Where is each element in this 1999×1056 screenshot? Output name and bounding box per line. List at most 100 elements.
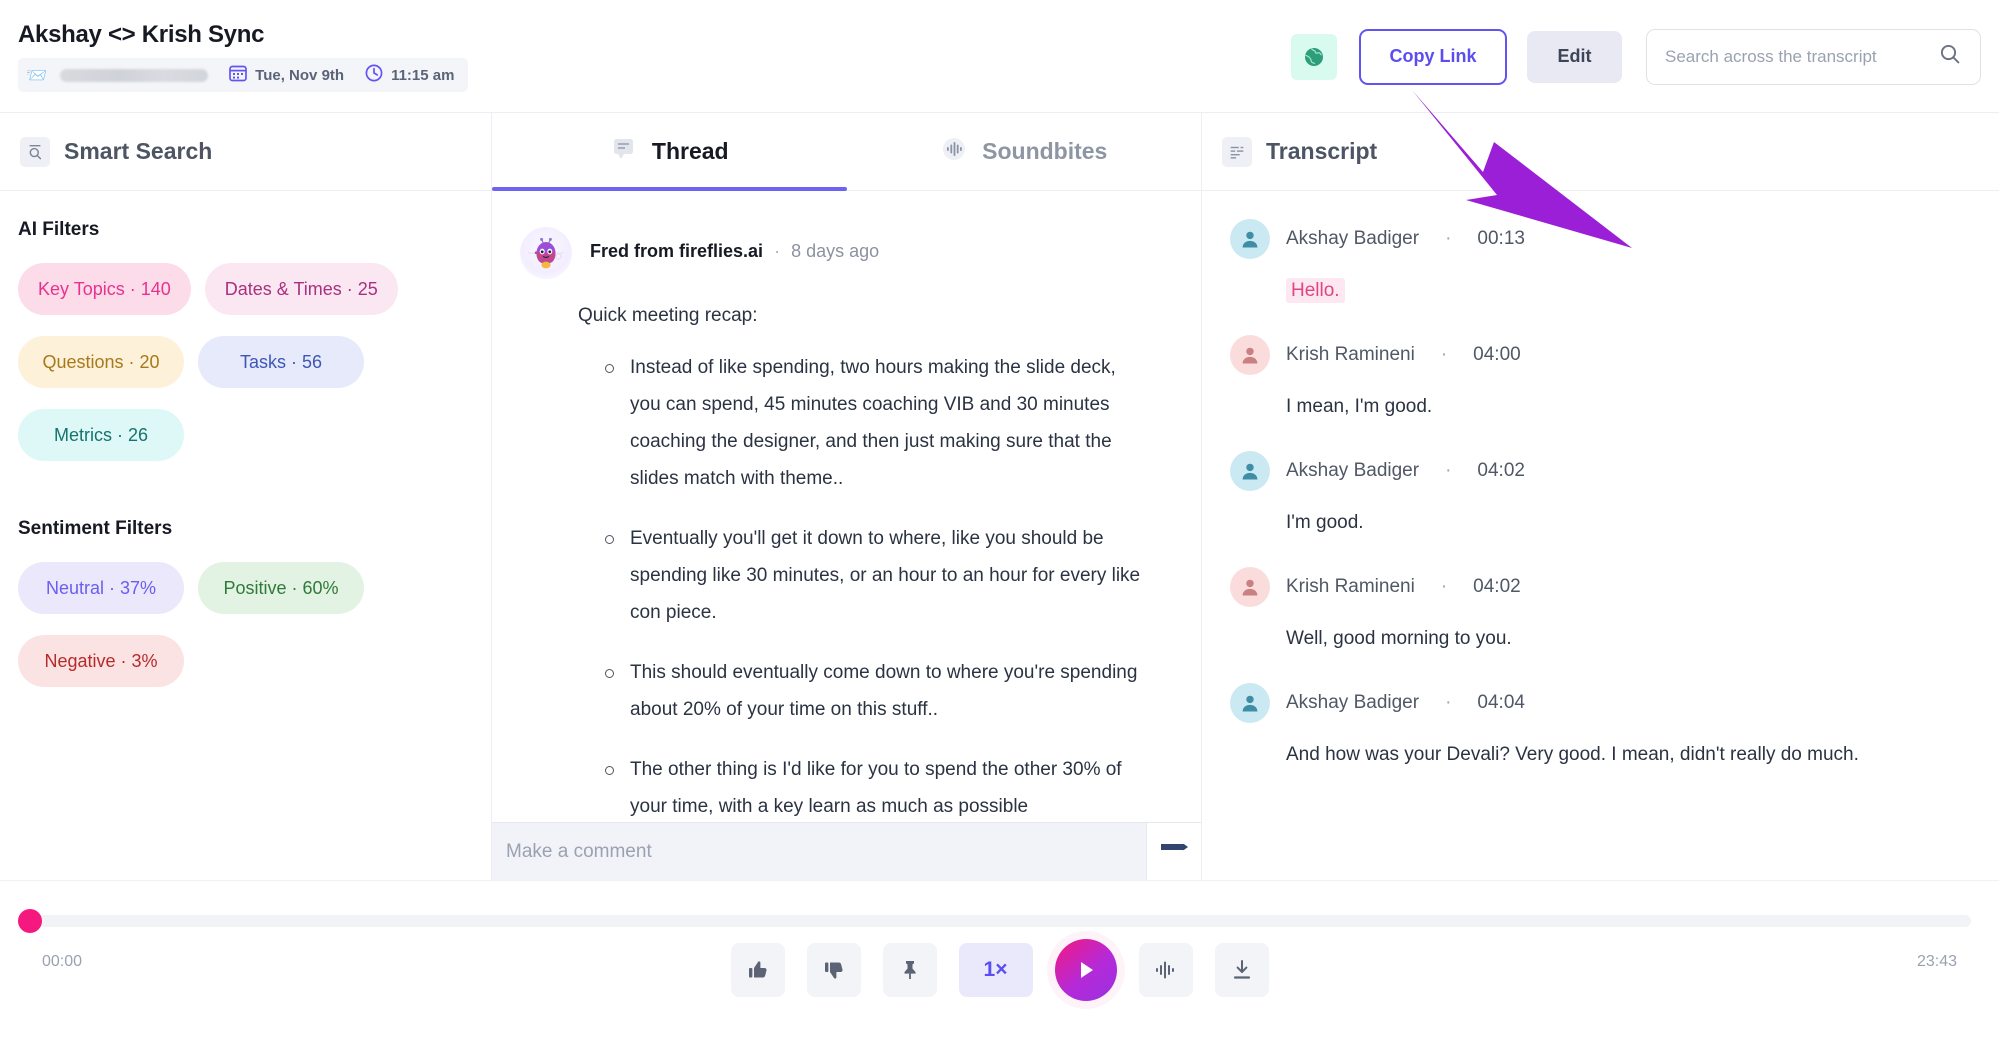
speaker-name: Akshay Badiger — [1286, 692, 1419, 714]
avatar — [1230, 567, 1270, 607]
transcript-entry-header: Akshay Badiger · 04:04 — [1230, 683, 1975, 723]
transcript-entry[interactable]: Krish Ramineni · 04:00 I mean, I'm good. — [1202, 335, 1999, 421]
sentiment-filters-chip-list: Neutral · 37% Positive · 60% Negative · 3% — [18, 562, 473, 708]
tab-thread[interactable]: Thread — [492, 113, 847, 190]
post-separator: · — [774, 241, 780, 261]
separator: · — [1445, 460, 1451, 482]
fred-bot-avatar — [520, 227, 572, 279]
timestamp[interactable]: 00:13 — [1477, 228, 1525, 250]
fireflies-meeting-page: Akshay <> Krish Sync 📨 Tue, Nov 9th — [0, 0, 1999, 1056]
ai-filter-chip-0[interactable]: Key Topics · 140 — [18, 263, 191, 315]
date-meta: Tue, Nov 9th — [228, 63, 344, 87]
transcript-text: I mean, I'm good. — [1286, 393, 1975, 421]
email-meta: 📨 — [26, 67, 208, 84]
smart-search-icon — [20, 137, 50, 167]
thread-post-meta: Fred from fireflies.ai · 8 days ago — [590, 227, 879, 262]
transcript-entry-header: Krish Ramineni · 04:00 — [1230, 335, 1975, 375]
timestamp[interactable]: 04:02 — [1477, 460, 1525, 482]
post-author: Fred from fireflies.ai — [590, 241, 763, 261]
smart-search-header: Smart Search — [0, 113, 491, 191]
progress-knob[interactable] — [18, 909, 42, 933]
transcript-header: Transcript — [1202, 113, 1999, 191]
sentiment-filter-chip-0[interactable]: Neutral · 37% — [18, 562, 184, 614]
meeting-meta-bar: 📨 Tue, Nov 9th 11:15 am — [18, 58, 468, 92]
page-title: Akshay <> Krish Sync — [18, 20, 620, 50]
soundbites-icon — [940, 135, 968, 169]
thumbs-down-icon[interactable] — [807, 943, 861, 997]
timestamp[interactable]: 04:00 — [1473, 344, 1521, 366]
speaker-name: Akshay Badiger — [1286, 460, 1419, 482]
search-icon[interactable] — [1938, 42, 1962, 71]
thread-tabs: Thread Soundbites — [492, 113, 1201, 191]
edit-button[interactable]: Edit — [1527, 31, 1622, 83]
transcript-entry-header: Krish Ramineni · 04:02 — [1230, 567, 1975, 607]
highlighted-text: Hello. — [1286, 278, 1345, 303]
page-header: Akshay <> Krish Sync 📨 Tue, Nov 9th — [0, 0, 1999, 113]
ai-filter-chip-2[interactable]: Questions · 20 — [18, 336, 184, 388]
thumbs-up-icon[interactable] — [731, 943, 785, 997]
avatar — [1230, 683, 1270, 723]
separator: · — [1445, 692, 1451, 714]
ai-filter-chip-3[interactable]: Tasks · 56 — [198, 336, 364, 388]
avatar — [1230, 335, 1270, 375]
download-icon[interactable] — [1215, 943, 1269, 997]
timestamp[interactable]: 04:02 — [1473, 576, 1521, 598]
progress-track[interactable] — [28, 915, 1971, 927]
transcript-text: Hello. — [1286, 277, 1975, 305]
transcript-title: Transcript — [1266, 138, 1377, 165]
comment-input[interactable]: Make a comment — [492, 841, 1146, 863]
thread-content: Fred from fireflies.ai · 8 days ago Quic… — [492, 191, 1201, 880]
email-redacted-value — [60, 69, 208, 82]
separator: · — [1441, 576, 1447, 598]
smart-search-title: Smart Search — [64, 138, 212, 165]
post-timestamp: 8 days ago — [791, 241, 879, 261]
transcript-entry[interactable]: Akshay Badiger·00:13Hello. — [1202, 219, 1999, 305]
transcript-entry-header: Akshay Badiger · 04:02 — [1230, 451, 1975, 491]
timestamp[interactable]: 04:04 — [1477, 692, 1525, 714]
copy-link-button[interactable]: Copy Link — [1359, 29, 1507, 85]
separator: · — [1441, 344, 1447, 366]
speaker-name: Krish Ramineni — [1286, 576, 1415, 598]
main-columns: Smart Search AI Filters Key Topics · 140… — [0, 113, 1999, 880]
player-controls: 1× — [0, 939, 1999, 1001]
globe-icon[interactable] — [1291, 34, 1337, 80]
recap-bullet: Instead of like spending, two hours maki… — [602, 349, 1142, 497]
recap-bullet: The other thing is I'd like for you to s… — [602, 751, 1142, 825]
tab-soundbites[interactable]: Soundbites — [847, 113, 1202, 190]
recap-lead: Quick meeting recap: — [578, 305, 1201, 327]
sentiment-filter-chip-2[interactable]: Negative · 3% — [18, 635, 184, 687]
calendar-icon — [228, 63, 248, 87]
play-button[interactable] — [1055, 939, 1117, 1001]
transcript-entry-header: Akshay Badiger·00:13 — [1230, 219, 1975, 259]
transcript-entry[interactable]: Akshay Badiger·04:04And how was your Dev… — [1202, 683, 1999, 769]
recap-bullet: This should eventually come down to wher… — [602, 654, 1142, 728]
search-input[interactable]: Search across the transcript — [1665, 47, 1928, 67]
thread-panel: Thread Soundbites — [492, 113, 1202, 880]
ai-filter-chip-1[interactable]: Dates & Times · 25 — [205, 263, 398, 315]
sentiment-filter-chip-1[interactable]: Positive · 60% — [198, 562, 364, 614]
send-icon[interactable] — [1146, 823, 1201, 881]
header-left: Akshay <> Krish Sync 📨 Tue, Nov 9th — [0, 20, 620, 92]
clock-icon — [364, 63, 384, 87]
time-meta: 11:15 am — [364, 63, 454, 87]
ai-filters-title: AI Filters — [18, 219, 473, 241]
separator: · — [1445, 228, 1451, 250]
tab-label: Soundbites — [982, 138, 1107, 165]
header-actions: Copy Link Edit Search across the transcr… — [1291, 0, 1981, 113]
speaker-name: Krish Ramineni — [1286, 344, 1415, 366]
recap-bullet-list: Instead of like spending, two hours maki… — [602, 349, 1201, 825]
transcript-panel: Transcript Akshay Badiger · 00:13 Hello. Kri… — [1202, 113, 1999, 880]
waveform-icon[interactable] — [1139, 943, 1193, 997]
transcript-text: Well, good morning to you. — [1286, 625, 1975, 653]
avatar — [1230, 219, 1270, 259]
speed-button[interactable]: 1× — [959, 943, 1033, 997]
ai-filter-chip-4[interactable]: Metrics · 26 — [18, 409, 184, 461]
ai-filters-chip-list: Key Topics · 140 Dates & Times · 25 Questi… — [18, 263, 473, 482]
pin-icon[interactable] — [883, 943, 937, 997]
meeting-time: 11:15 am — [391, 67, 454, 84]
tab-label: Thread — [652, 138, 729, 165]
recap-bullet: Eventually you'll get it down to where, … — [602, 520, 1142, 631]
search-box[interactable]: Search across the transcript — [1646, 29, 1981, 85]
transcript-entry[interactable]: Akshay Badiger·04:02I'm good. — [1202, 451, 1999, 537]
transcript-entry[interactable]: Krish Ramineni · 04:02 Well, good morning t… — [1202, 567, 1999, 653]
